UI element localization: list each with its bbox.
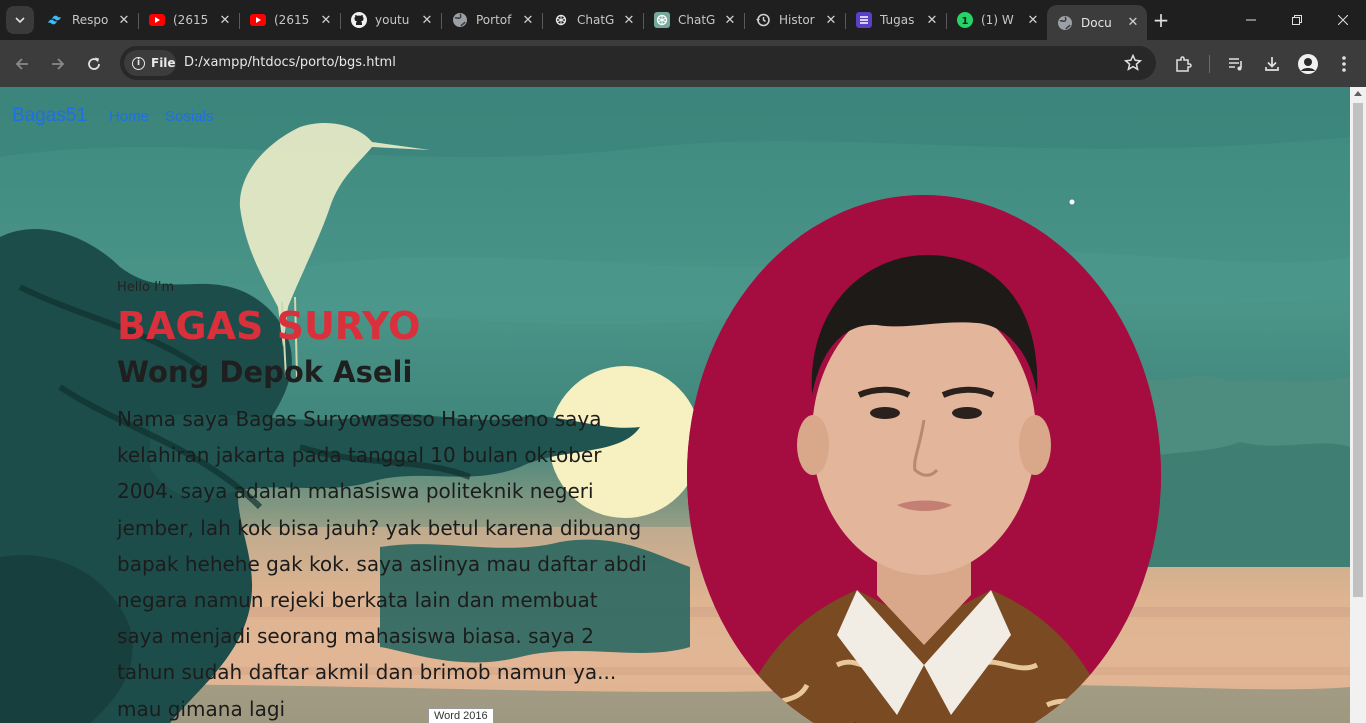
- page-viewport: Bagas51 Home Sosials Hello I'm BAGAS SUR…: [0, 87, 1350, 723]
- url-text[interactable]: D:/xampp/htdocs/porto/bgs.html: [184, 55, 396, 70]
- tab-github[interactable]: youtu ✕: [341, 5, 442, 35]
- hero-name: BAGAS SURYO: [117, 304, 421, 348]
- close-icon[interactable]: ✕: [1125, 15, 1141, 31]
- youtube-icon: [149, 12, 165, 28]
- tab-history[interactable]: Histor ✕: [745, 5, 846, 35]
- tab-title: Portof: [476, 13, 512, 27]
- tab-portfolio[interactable]: Portof ✕: [442, 5, 543, 35]
- close-icon[interactable]: ✕: [520, 12, 536, 28]
- globe-icon: [1057, 15, 1073, 31]
- queue-music-icon: [1229, 58, 1242, 71]
- site-info-chip[interactable]: i File: [124, 50, 176, 76]
- tab-search-button[interactable]: [6, 6, 34, 34]
- tooltip: Word 2016: [428, 708, 494, 723]
- site-navbar: Bagas51 Home Sosials: [12, 105, 229, 127]
- minimize-button[interactable]: [1228, 0, 1274, 40]
- profile-avatar[interactable]: [1296, 52, 1320, 76]
- list-icon: [856, 12, 872, 28]
- forward-button[interactable]: [44, 50, 72, 78]
- puzzle-icon: [1176, 56, 1192, 72]
- close-icon[interactable]: ✕: [722, 12, 738, 28]
- svg-text:1: 1: [962, 16, 969, 27]
- media-control-button[interactable]: [1224, 52, 1248, 76]
- tab-document-active[interactable]: Docu ✕: [1047, 5, 1147, 40]
- profile-photo: [687, 195, 1161, 723]
- tab-title: Histor: [779, 13, 815, 27]
- downloads-button[interactable]: [1260, 52, 1284, 76]
- bookmark-star-icon[interactable]: [1124, 54, 1142, 72]
- scroll-up-icon[interactable]: [1354, 91, 1362, 96]
- globe-icon: [452, 12, 468, 28]
- close-icon[interactable]: ✕: [1025, 12, 1041, 28]
- address-bar[interactable]: i File D:/xampp/htdocs/porto/bgs.html: [120, 46, 1156, 80]
- tab-title: ChatG: [678, 13, 716, 27]
- close-window-button[interactable]: [1320, 0, 1366, 40]
- hero-tagline: Wong Depok Aseli: [117, 355, 413, 389]
- reload-button[interactable]: [80, 50, 108, 78]
- tab-title: (2615: [274, 13, 310, 27]
- browser-toolbar: i File D:/xampp/htdocs/porto/bgs.html: [0, 40, 1366, 87]
- nav-link-sosials[interactable]: Sosials: [165, 108, 213, 125]
- github-icon: [351, 12, 367, 28]
- close-icon[interactable]: ✕: [116, 12, 132, 28]
- download-icon: [1265, 57, 1279, 71]
- hero-greeting: Hello I'm: [117, 280, 175, 295]
- tab-title: (2615: [173, 13, 209, 27]
- restore-icon: [1292, 15, 1302, 25]
- more-vert-icon: [1342, 56, 1346, 72]
- site-brand-link[interactable]: Bagas51: [12, 105, 87, 127]
- scrollbar-thumb[interactable]: [1353, 103, 1363, 597]
- tab-title: Respo: [72, 13, 109, 27]
- restore-button[interactable]: [1274, 0, 1320, 40]
- new-tab-button[interactable]: +: [1150, 8, 1172, 32]
- menu-button[interactable]: [1332, 52, 1356, 76]
- minimize-icon: [1246, 19, 1256, 21]
- close-icon[interactable]: ✕: [318, 12, 334, 28]
- tab-title: (1) W: [981, 13, 1014, 27]
- hero-bio: Nama saya Bagas Suryowaseso Haryoseno sa…: [117, 407, 647, 721]
- tab-chatgpt-1[interactable]: ChatG ✕: [543, 5, 644, 35]
- avatar-icon: [1298, 54, 1318, 74]
- close-icon: [1338, 15, 1348, 25]
- tailwind-icon: [48, 12, 64, 28]
- close-icon[interactable]: ✕: [823, 12, 839, 28]
- close-icon[interactable]: ✕: [924, 12, 940, 28]
- tab-tugas[interactable]: Tugas ✕: [846, 5, 947, 35]
- reload-icon: [88, 57, 100, 70]
- whatsapp-icon: 1: [957, 12, 973, 28]
- info-icon: i: [132, 56, 145, 70]
- close-icon[interactable]: ✕: [621, 12, 637, 28]
- tab-youtube-2[interactable]: (2615 ✕: [240, 5, 341, 35]
- tab-title: youtu: [375, 13, 410, 27]
- chatgpt-icon: [654, 12, 670, 28]
- tab-title: Docu: [1081, 15, 1112, 30]
- tab-youtube-1[interactable]: (2615 ✕: [139, 5, 240, 35]
- tab-title: Tugas: [880, 13, 915, 27]
- history-icon: [755, 12, 771, 28]
- close-icon[interactable]: ✕: [217, 12, 233, 28]
- person-portrait-image: [687, 195, 1161, 723]
- tab-chatgpt-2[interactable]: ChatG ✕: [644, 5, 745, 35]
- tab-respo[interactable]: Respo ✕: [38, 5, 139, 35]
- nav-link-home[interactable]: Home: [109, 108, 149, 125]
- hero-section: Hello I'm BAGAS SURYO Wong Depok Aseli N…: [117, 280, 657, 723]
- tab-strip: Respo ✕ (2615 ✕ (2615 ✕ youtu ✕ Portof ✕…: [0, 0, 1366, 40]
- arrow-right-icon: [52, 58, 65, 70]
- youtube-icon: [250, 12, 266, 28]
- chevron-down-icon: [15, 17, 25, 24]
- tab-whatsapp[interactable]: 1 (1) W ✕: [947, 5, 1047, 35]
- back-button[interactable]: [8, 50, 36, 78]
- extensions-button[interactable]: [1171, 52, 1195, 76]
- toolbar-divider: [1209, 55, 1210, 73]
- arrow-left-icon: [15, 58, 28, 70]
- tab-title: ChatG: [577, 13, 615, 27]
- close-icon[interactable]: ✕: [419, 12, 435, 28]
- scheme-label: File: [151, 56, 176, 70]
- chatgpt-icon: [553, 12, 569, 28]
- vertical-scrollbar[interactable]: [1350, 87, 1366, 723]
